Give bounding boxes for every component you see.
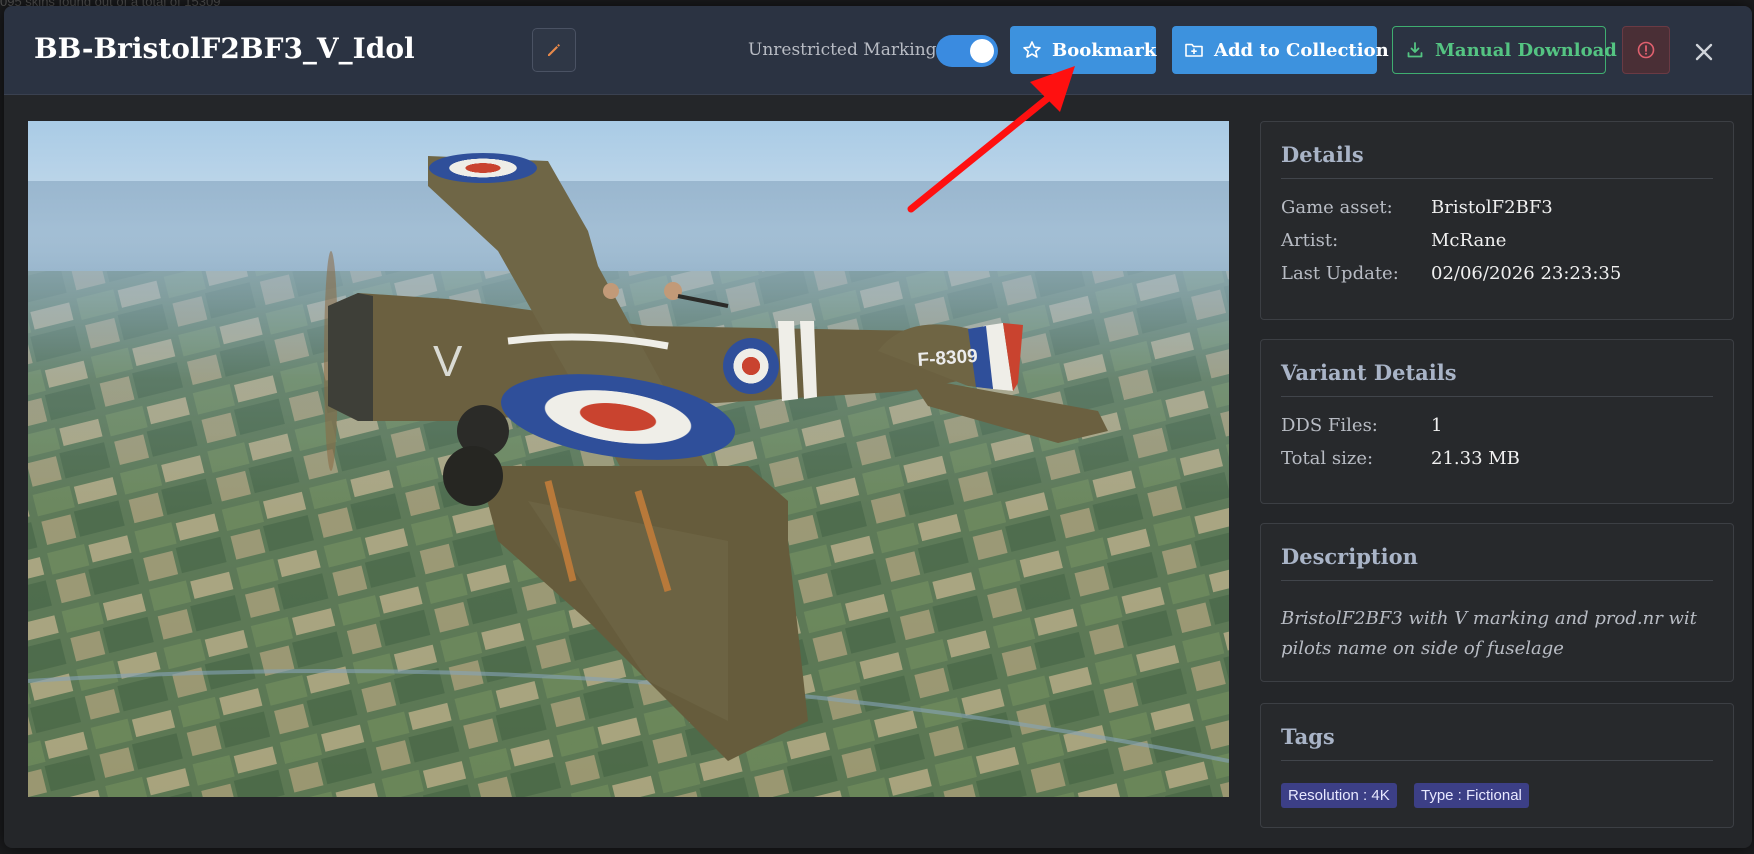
manual-download-button[interactable]: Manual Download — [1392, 26, 1617, 74]
total-size-value: 21.33 MB — [1431, 448, 1520, 469]
close-icon — [1695, 43, 1713, 61]
pencil-icon — [548, 44, 560, 56]
description-card: Description BristolF2BF3 with V marking … — [1260, 523, 1734, 682]
report-button[interactable] — [1622, 26, 1670, 74]
edit-button[interactable] — [532, 28, 576, 72]
download-label: Manual Download — [1435, 39, 1617, 61]
collection-label: Add to Collection — [1214, 39, 1389, 61]
divider — [1281, 178, 1713, 179]
details-heading: Details — [1281, 142, 1364, 167]
modal-header: BB-BristolF2BF3_V_Idol Unrestricted Mark… — [4, 6, 1752, 95]
tags-heading: Tags — [1281, 724, 1335, 749]
artist-value: McRane — [1431, 230, 1507, 251]
tags-card: Tags Resolution : 4K Type : Fictional — [1260, 703, 1734, 828]
fuselage-marking-letter: V — [433, 337, 463, 386]
game-asset-label: Game asset: — [1281, 197, 1393, 218]
alert-circle-icon — [1637, 41, 1655, 59]
last-update-value: 02/06/2026 23:23:35 — [1431, 263, 1622, 284]
dds-files-value: 1 — [1431, 415, 1443, 436]
unrestricted-markings-label: Unrestricted Markings — [748, 40, 946, 60]
tag-resolution[interactable]: Resolution : 4K — [1281, 783, 1397, 808]
artist-label: Artist: — [1281, 230, 1339, 251]
tag-type[interactable]: Type : Fictional — [1414, 783, 1529, 808]
total-size-label: Total size: — [1281, 448, 1374, 469]
details-card: Details Game asset: BristolF2BF3 Artist:… — [1260, 121, 1734, 320]
skin-preview-image: V F-8309 — [28, 121, 1229, 797]
skin-detail-modal: BB-BristolF2BF3_V_Idol Unrestricted Mark… — [4, 6, 1752, 848]
bookmark-label: Bookmark — [1052, 39, 1157, 61]
folder-plus-icon — [1185, 43, 1203, 57]
game-asset-value: BristolF2BF3 — [1431, 197, 1553, 218]
variant-details-heading: Variant Details — [1281, 360, 1457, 385]
description-text: BristolF2BF3 with V marking and prod.nr … — [1281, 608, 1697, 659]
variant-details-card: Variant Details DDS Files: 1 Total size:… — [1260, 339, 1734, 504]
close-button[interactable] — [1686, 34, 1722, 70]
divider — [1281, 580, 1713, 581]
description-heading: Description — [1281, 544, 1418, 569]
star-icon — [1023, 41, 1041, 58]
divider — [1281, 760, 1713, 761]
dds-files-label: DDS Files: — [1281, 415, 1378, 436]
last-update-label: Last Update: — [1281, 263, 1399, 284]
fuselage-serial-number: F-8309 — [917, 346, 979, 371]
download-icon — [1407, 42, 1423, 58]
divider — [1281, 396, 1713, 397]
bookmark-button[interactable]: Bookmark — [1010, 26, 1156, 74]
add-to-collection-button[interactable]: Add to Collection — [1172, 26, 1389, 74]
unrestricted-markings-toggle[interactable] — [936, 35, 998, 67]
toggle-knob — [970, 39, 994, 63]
skin-title: BB-BristolF2BF3_V_Idol — [34, 32, 415, 65]
